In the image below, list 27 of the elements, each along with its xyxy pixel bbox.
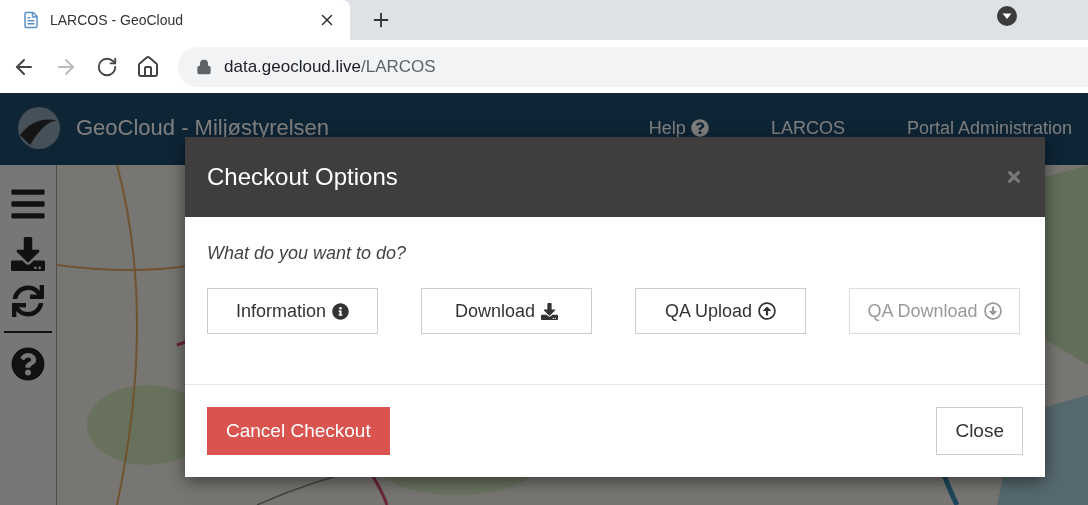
reload-icon[interactable] [96, 55, 118, 78]
sync-icon[interactable] [12, 285, 44, 317]
download-icon [541, 302, 559, 320]
cancel-checkout-button[interactable]: Cancel Checkout [207, 407, 390, 455]
url-text: data.geocloud.live/LARCOS [224, 56, 436, 77]
up-arrow-icon [758, 302, 777, 320]
dropdown-icon[interactable] [996, 5, 1018, 27]
nav-link[interactable]: LARCOS [770, 117, 845, 139]
info-icon [332, 302, 349, 320]
close-button[interactable]: Close [936, 407, 1023, 455]
action-button[interactable]: Download [421, 288, 592, 334]
action-button[interactable]: QA Upload [635, 288, 806, 334]
help-icon [690, 119, 709, 137]
address-bar[interactable]: data.geocloud.live/LARCOS [178, 46, 1088, 87]
action-button[interactable]: Information [207, 288, 378, 334]
page-icon [22, 11, 40, 29]
nav-link[interactable]: Help [648, 117, 709, 139]
down-arrow-icon [983, 302, 1002, 320]
dialog-prompt: What do you want to do? [207, 243, 408, 264]
lock-icon [196, 58, 212, 75]
download-icon[interactable] [11, 237, 45, 271]
nav-link[interactable]: Portal Administration [906, 117, 1072, 139]
browser-tab[interactable]: LARCOS - GeoCloud [0, 0, 350, 40]
app-title: GeoCloud - Miljøstyrelsen [76, 115, 331, 141]
dialog-title: Checkout Options [207, 163, 398, 191]
home-icon[interactable] [136, 54, 160, 79]
help-icon[interactable] [11, 347, 45, 381]
